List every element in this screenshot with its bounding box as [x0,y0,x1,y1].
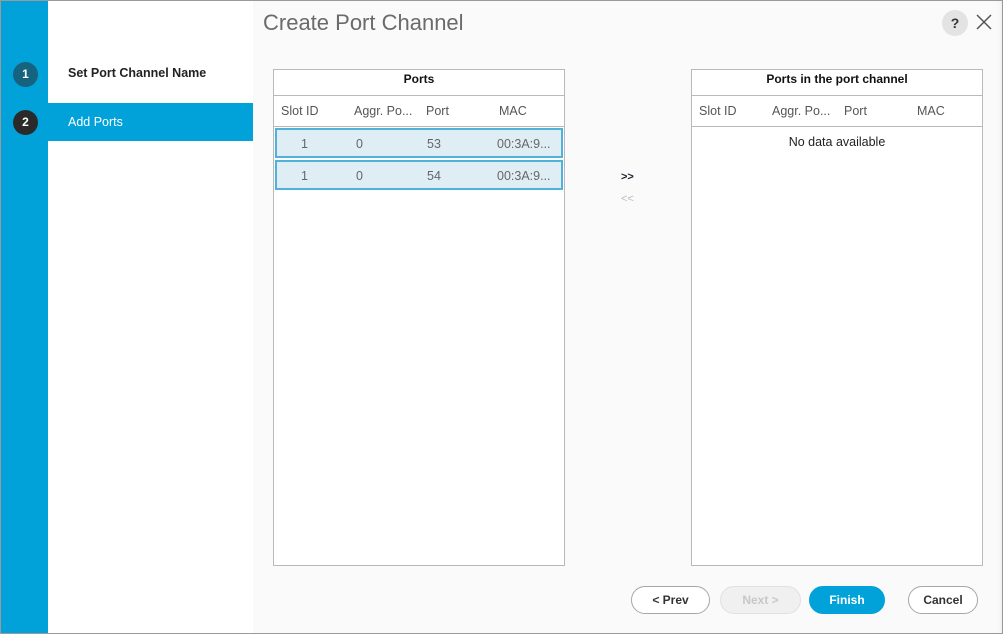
cancel-button[interactable]: Cancel [908,586,978,614]
column-header-port[interactable]: Port [426,104,449,118]
help-icon[interactable]: ? [942,10,968,36]
ports-table-header: Slot ID Aggr. Po... Port MAC [274,96,564,127]
port-channel-table-header: Slot ID Aggr. Po... Port MAC [692,96,982,127]
cell-port: 54 [427,169,441,183]
add-to-channel-button[interactable]: >> [621,171,634,183]
cell-slot-id: 1 [301,169,308,183]
column-header-slot-id[interactable]: Slot ID [281,104,319,118]
finish-button[interactable]: Finish [809,586,885,614]
column-header-mac[interactable]: MAC [499,104,527,118]
ports-table: Ports Slot ID Aggr. Po... Port MAC 1 0 5… [273,69,565,566]
steps-panel [48,1,253,633]
step-1-number: 1 [13,62,38,87]
port-channel-table: Ports in the port channel Slot ID Aggr. … [691,69,983,566]
table-row[interactable]: 1 0 54 00:3A:9... [275,160,563,190]
column-header-aggr-port[interactable]: Aggr. Po... [772,104,830,118]
prev-button[interactable]: < Prev [631,586,710,614]
remove-from-channel-button[interactable]: << [621,193,634,205]
column-header-slot-id[interactable]: Slot ID [699,104,737,118]
ports-table-title: Ports [274,70,564,96]
cell-port: 53 [427,137,441,151]
column-header-aggr-port[interactable]: Aggr. Po... [354,104,412,118]
cell-mac: 00:3A:9... [497,137,551,151]
cell-mac: 00:3A:9... [497,169,551,183]
close-icon[interactable] [971,9,997,35]
column-header-port[interactable]: Port [844,104,867,118]
column-header-mac[interactable]: MAC [917,104,945,118]
cell-aggr-port: 0 [356,169,363,183]
next-button[interactable]: Next > [720,586,801,614]
port-channel-table-title: Ports in the port channel [692,70,982,96]
step-set-port-channel-name[interactable]: Set Port Channel Name [48,54,253,92]
cell-slot-id: 1 [301,137,308,151]
wizard-content: Create Port Channel ? Ports Slot ID Aggr… [253,1,1002,633]
create-port-channel-dialog: 1 Set Port Channel Name Add Ports 2 Crea… [0,0,1003,634]
step-rail [1,1,48,633]
page-title: Create Port Channel [263,10,464,35]
cell-aggr-port: 0 [356,137,363,151]
step-add-ports[interactable]: Add Ports [48,103,253,141]
table-row[interactable]: 1 0 53 00:3A:9... [275,128,563,158]
step-2-number: 2 [13,110,38,135]
empty-table-message: No data available [788,135,886,149]
